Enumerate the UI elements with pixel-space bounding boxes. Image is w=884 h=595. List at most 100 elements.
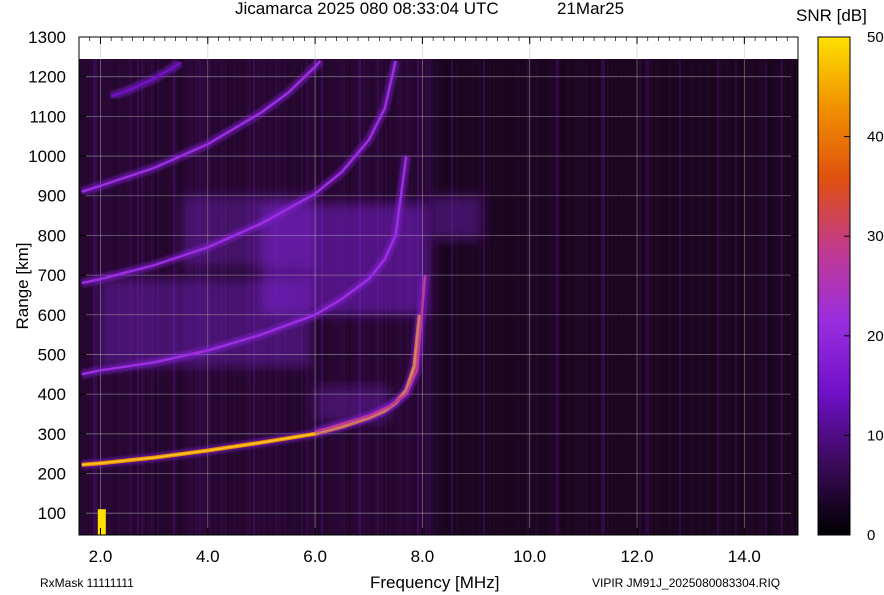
spread-cloud (433, 195, 482, 240)
noise-stripe (783, 59, 785, 535)
colorbar-tick-label: 20 (867, 328, 884, 345)
noise-stripe (543, 59, 545, 535)
noise-stripe (523, 59, 525, 535)
noise-stripe (793, 59, 795, 535)
noise-stripe (789, 59, 791, 535)
y-tick-label: 1300 (28, 28, 66, 47)
noise-stripe (583, 59, 585, 535)
colorbar-tick-label: 10 (867, 427, 884, 444)
noise-stripe (553, 59, 555, 535)
noise-stripe (677, 59, 679, 535)
noise-stripe (665, 59, 667, 535)
noise-stripe (795, 59, 797, 535)
noise-stripe (601, 59, 603, 535)
noise-stripe (761, 59, 763, 535)
noise-stripe (663, 59, 665, 535)
noise-stripe (555, 59, 557, 535)
x-tick-label: 2.0 (89, 547, 113, 566)
noise-stripe (439, 59, 441, 535)
noise-stripe (579, 59, 581, 535)
noise-stripe (687, 59, 689, 535)
noise-stripe (661, 59, 663, 535)
noise-stripe (731, 59, 733, 535)
y-tick-label: 900 (38, 187, 66, 206)
y-tick-label: 600 (38, 306, 66, 325)
noise-stripe (675, 59, 677, 535)
noise-stripe (725, 59, 727, 535)
noise-stripe (431, 59, 433, 535)
noise-stripe (695, 59, 697, 535)
noise-stripe (623, 59, 625, 535)
noise-stripe (679, 59, 681, 535)
noise-stripe (585, 59, 587, 535)
noise-stripe (515, 59, 517, 535)
noise-stripe (511, 59, 513, 535)
noise-stripe (521, 59, 523, 535)
noise-stripe (541, 59, 543, 535)
noise-stripe (449, 59, 451, 535)
noise-stripe (791, 59, 793, 535)
noise-stripe (467, 59, 469, 535)
noise-stripe (533, 59, 535, 535)
noise-stripe (629, 59, 631, 535)
noise-stripe (595, 59, 597, 535)
noise-stripe (709, 59, 711, 535)
noise-stripe (773, 59, 775, 535)
noise-stripe (619, 59, 621, 535)
x-tick-label: 14.0 (728, 547, 761, 566)
x-tick-label: 8.0 (411, 547, 435, 566)
noise-stripe (563, 59, 565, 535)
noise-stripe (715, 59, 717, 535)
noise-stripe (621, 59, 623, 535)
plot-data-area (79, 59, 798, 535)
noise-stripe (723, 59, 725, 535)
noise-stripe (451, 59, 453, 535)
noise-stripe (461, 59, 463, 535)
noise-stripe (485, 59, 487, 535)
noise-stripe (497, 59, 499, 535)
y-tick-label: 200 (38, 464, 66, 483)
noise-stripe (735, 59, 737, 535)
noise-stripe (599, 59, 601, 535)
noise-stripe (567, 59, 569, 535)
noise-stripe (575, 59, 577, 535)
noise-stripe (495, 59, 497, 535)
noise-stripe (749, 59, 751, 535)
noise-stripe (645, 59, 647, 535)
noise-stripe (589, 59, 591, 535)
noise-stripe (559, 59, 561, 535)
noise-stripe (689, 59, 691, 535)
noise-stripe (705, 59, 707, 535)
noise-stripe (527, 59, 529, 535)
y-tick-label: 1000 (28, 147, 66, 166)
noise-stripe (755, 59, 757, 535)
colorbar-tick-label: 50 (867, 29, 884, 46)
noise-stripe (627, 59, 629, 535)
noise-stripe (647, 59, 649, 535)
noise-stripe (441, 59, 443, 535)
noise-stripe (775, 59, 777, 535)
noise-stripe (683, 59, 685, 535)
noise-stripe (443, 59, 445, 535)
ionogram-chart: 2.0 4.0 6.0 8.0 10.0 12.0 14.01002003004005006… (28, 28, 884, 566)
y-tick-label: 300 (38, 425, 66, 444)
noise-stripe (737, 59, 739, 535)
noise-stripe (655, 59, 657, 535)
noise-stripe (457, 59, 459, 535)
y-tick-label: 400 (38, 385, 66, 404)
noise-stripe (447, 59, 449, 535)
noise-stripe (745, 59, 747, 535)
noise-stripe (481, 59, 483, 535)
noise-stripe (499, 59, 501, 535)
noise-stripe (549, 59, 551, 535)
noise-stripe (605, 59, 607, 535)
colorbar-bar (817, 36, 851, 536)
noise-stripe (473, 59, 475, 535)
x-tick-label: 12.0 (620, 547, 653, 566)
noise-stripe (435, 59, 437, 535)
y-tick-label: 1200 (28, 68, 66, 87)
noise-stripe (785, 59, 787, 535)
noise-stripe (475, 59, 477, 535)
noise-stripe (573, 59, 575, 535)
colorbar-tick-label: 0 (867, 527, 875, 544)
